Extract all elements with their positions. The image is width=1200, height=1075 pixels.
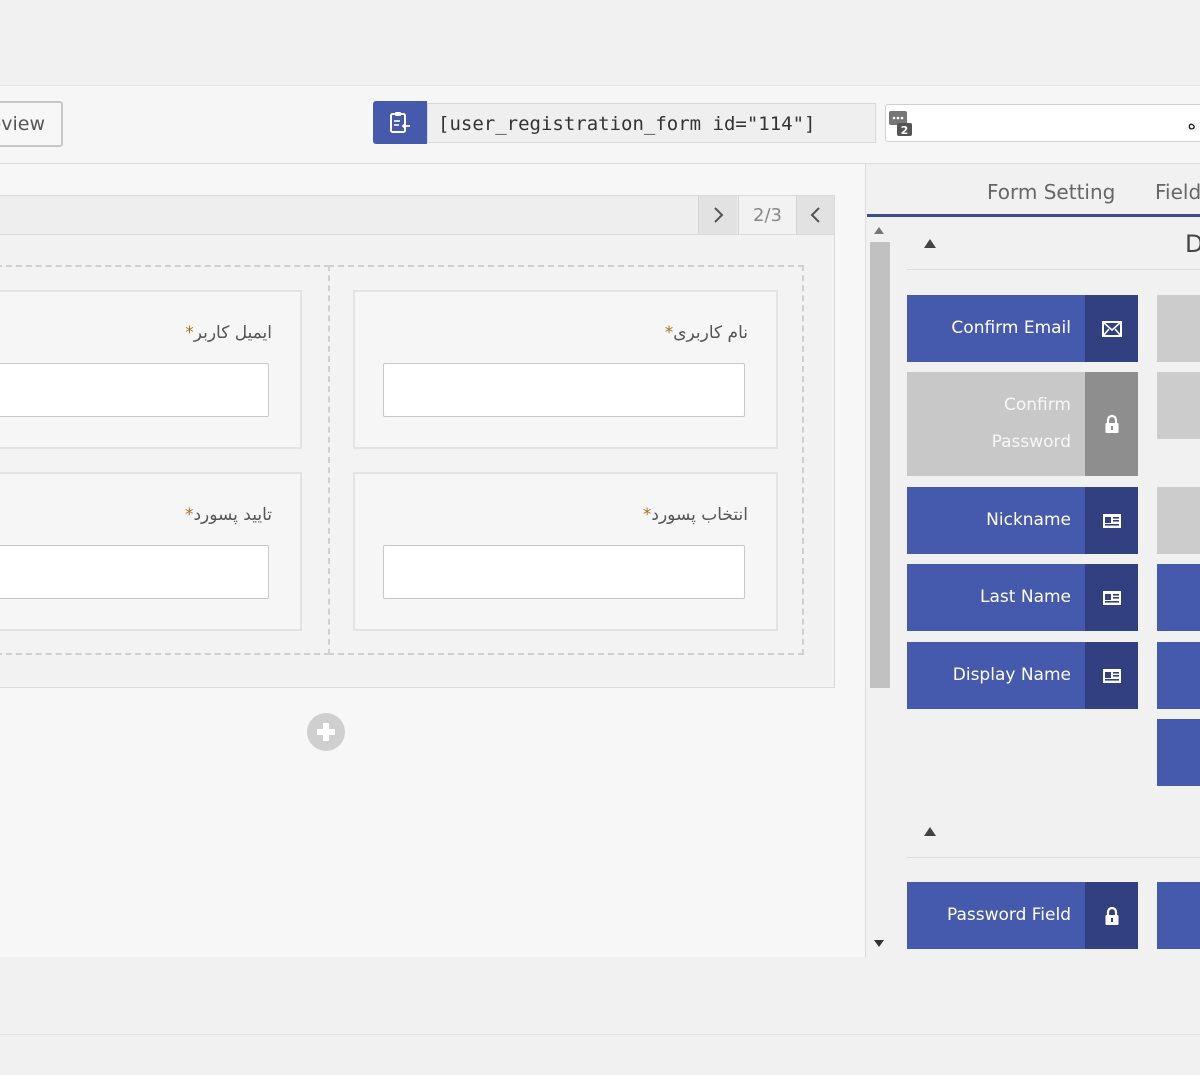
section-header[interactable]: D — [907, 222, 1200, 270]
scroll-down-icon[interactable] — [874, 940, 884, 947]
language-switch-icon[interactable]: 2 — [888, 110, 914, 138]
chevron-right-icon — [714, 207, 724, 223]
field-button-partial[interactable] — [1157, 882, 1200, 949]
field-button-partial[interactable] — [1157, 719, 1200, 786]
panel-tabs: Form Setting Field — [867, 164, 1200, 217]
field-button-label: Display Name — [952, 665, 1071, 685]
field-button-nickname[interactable]: Nickname — [907, 487, 1138, 554]
field-user-email[interactable]: ایمیل کاربر* — [0, 290, 302, 449]
field-button-partial[interactable] — [1157, 642, 1200, 709]
next-page-button[interactable] — [698, 196, 737, 234]
plus-circle-icon — [317, 723, 335, 741]
field-button-label: Password Field — [946, 905, 1071, 925]
field-button-display-name[interactable]: Display Name — [907, 642, 1138, 709]
field-username[interactable]: نام کاربری* — [353, 290, 778, 449]
scroll-up-icon[interactable] — [874, 227, 884, 234]
preview-button[interactable]: Preview — [0, 101, 63, 147]
shortcode-field[interactable]: [user_registration_form id="114"] — [427, 103, 876, 143]
field-button-partial — [1157, 295, 1200, 362]
section-title: D — [1185, 230, 1200, 258]
chevron-left-icon — [810, 207, 820, 223]
lock-icon — [1085, 372, 1138, 476]
page-indicator: 2/3 — [738, 196, 796, 234]
field-button-label: Confirm Password — [991, 395, 1071, 452]
clipboard-copy-icon — [390, 111, 410, 133]
field-button-label: Nickname — [986, 510, 1071, 530]
add-row-button[interactable] — [307, 713, 345, 751]
form-title-input[interactable]: 2 ه — [885, 104, 1200, 142]
field-label: ایمیل کاربر* — [185, 323, 272, 343]
collapse-triangle-icon[interactable] — [924, 827, 936, 836]
svg-text:2: 2 — [901, 124, 909, 137]
field-button-partial[interactable] — [1157, 564, 1200, 631]
field-preview-input — [383, 363, 745, 417]
field-choose-password[interactable]: انتخاب پسورد* — [353, 472, 778, 631]
scrollbar-thumb[interactable] — [870, 242, 890, 688]
envelope-icon — [1085, 295, 1138, 362]
tab-form-setting[interactable]: Form Setting — [987, 180, 1115, 204]
field-preview-input — [0, 363, 269, 417]
collapse-triangle-icon[interactable] — [924, 239, 936, 248]
field-label: تایید پسورد* — [184, 505, 272, 525]
footer-area — [0, 957, 1200, 1035]
field-button-confirm-password: Confirm Password — [907, 372, 1138, 476]
field-button-partial — [1157, 487, 1200, 554]
field-button-password-field[interactable]: Password Field — [907, 882, 1138, 949]
field-button-last-name[interactable]: Last Name — [907, 564, 1138, 631]
field-button-confirm-email[interactable]: Confirm Email — [907, 295, 1138, 362]
section-header[interactable] — [907, 810, 1200, 858]
lock-icon — [1085, 882, 1138, 949]
field-confirm-password[interactable]: تایید پسورد* — [0, 472, 302, 631]
field-label: انتخاب پسورد* — [642, 505, 748, 525]
required-mark: * — [664, 323, 674, 343]
field-button-label: Last Name — [980, 587, 1071, 607]
prev-page-button[interactable] — [796, 196, 834, 234]
field-preview-input — [0, 545, 269, 599]
form-title-value: ه — [1187, 114, 1196, 133]
id-card-icon — [1085, 564, 1138, 631]
tab-fields[interactable]: Field — [1155, 180, 1200, 204]
required-mark: * — [185, 323, 194, 343]
id-card-icon — [1085, 487, 1138, 554]
field-button-partial — [1157, 372, 1200, 439]
id-card-icon — [1085, 642, 1138, 709]
field-label: نام کاربری* — [664, 323, 748, 343]
field-button-label: Confirm Email — [951, 318, 1071, 338]
copy-shortcode-button[interactable] — [373, 101, 427, 144]
field-preview-input — [383, 545, 745, 599]
